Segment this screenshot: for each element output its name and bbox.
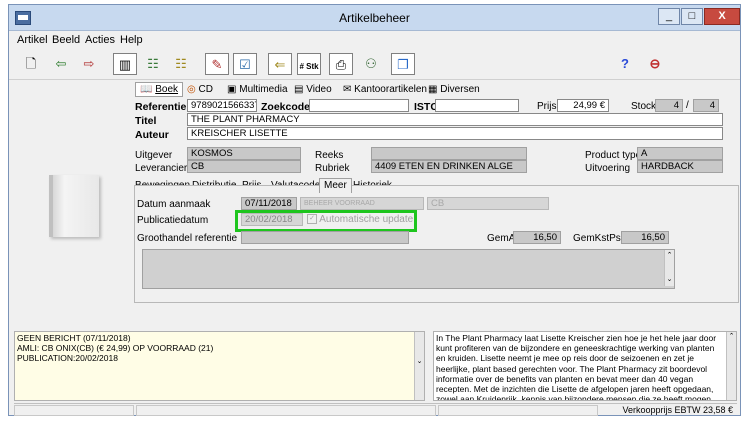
status-bar: Verkoopprijs EBTW 23,58 € [14, 403, 737, 417]
help-icon[interactable]: ? [613, 53, 637, 75]
minimize-button[interactable]: _ [658, 8, 680, 25]
copy-icon[interactable]: ❐ [391, 53, 415, 75]
close-button[interactable]: X [704, 8, 740, 25]
uitgever-field: KOSMOS [187, 147, 301, 160]
status-segment [438, 405, 598, 416]
producttype-field: A [637, 147, 723, 160]
scroll-up-icon[interactable]: ⌃ [667, 252, 673, 259]
tab-multimedia[interactable]: ▣ Multimedia [227, 84, 288, 95]
prijs-label: Prijs [537, 101, 557, 112]
export-icon[interactable]: ⇨ [77, 53, 101, 75]
rubriek-field: 4409 ETEN EN DRINKEN ALGE [371, 160, 527, 173]
book-icon: 📖 [140, 84, 153, 95]
tab-boek[interactable]: 📖 Boek [135, 82, 184, 97]
gemap-field: 16,50 [513, 231, 561, 244]
message-line: PUBLICATION:20/02/2018 [17, 353, 118, 363]
referentie-label: Referentie [135, 101, 187, 113]
edit-check-icon[interactable]: ✎ [205, 53, 229, 75]
uitvoering-field: HARDBACK [637, 160, 723, 173]
exit-icon[interactable]: ⊖ [643, 53, 667, 75]
tab-kantoorartikelen[interactable]: ✉ Kantoorartikelen [343, 84, 427, 95]
cd-icon: ◎ [187, 84, 196, 95]
uitvoering-label: Uitvoering [585, 163, 631, 174]
auteur-label: Auteur [135, 129, 169, 141]
notes-scrollbar[interactable]: ⌃ ⌄ [664, 250, 674, 286]
stock-count-button[interactable]: # Stk [297, 53, 321, 75]
user-search-icon[interactable]: ☷ [169, 53, 193, 75]
description-text: In The Plant Pharmacy laat Lisette Kreis… [436, 333, 717, 401]
misc-icon: ▦ [428, 84, 438, 95]
beheer-field: BEHEER VOORRAAD [300, 197, 424, 210]
description-box[interactable]: In The Plant Pharmacy laat Lisette Kreis… [433, 331, 737, 401]
user-list-icon[interactable]: ☷ [141, 53, 165, 75]
list-check-icon[interactable]: ☑ [233, 53, 257, 75]
video-icon: ▤ [294, 84, 304, 95]
reeks-field [371, 147, 527, 160]
menu-beeld[interactable]: Beeld [52, 34, 80, 46]
zoekcode-field[interactable] [309, 99, 409, 112]
menu-artikel[interactable]: Artikel [17, 34, 48, 46]
stock-separator: / [686, 100, 689, 111]
window-title: Artikelbeheer [339, 11, 410, 25]
monitor-icon: ▣ [227, 84, 237, 95]
rubriek-label: Rubriek [315, 163, 350, 174]
notes-area[interactable]: ⌃ ⌄ [142, 249, 675, 289]
prijs-field[interactable]: 24,99 € [557, 99, 609, 112]
barcode-icon[interactable]: ▥ [113, 53, 137, 75]
reeks-label: Reeks [315, 150, 344, 161]
menu-bar: Artikel Beeld Acties Help [9, 31, 740, 49]
leverancier-label: Leverancier [135, 163, 188, 174]
back-arrow-icon[interactable]: ⇐ [268, 53, 292, 75]
message-scrollbar[interactable]: ⌄ [414, 332, 424, 400]
leverancier-field: CB [187, 160, 301, 173]
tab-meer[interactable]: Meer [319, 178, 352, 193]
titel-field[interactable]: THE PLANT PHARMACY [187, 113, 723, 126]
cb-field: CB [427, 197, 549, 210]
gemkst-field: 16,50 [621, 231, 669, 244]
status-segment [14, 405, 134, 416]
auteur-field[interactable]: KREISCHER LISETTE [187, 127, 723, 140]
datum-field: 07/11/2018 [241, 197, 297, 210]
print-icon[interactable]: ⎙ [329, 53, 353, 75]
zoekcode-label: Zoekcode [261, 101, 311, 113]
stock-label: Stock [631, 101, 657, 112]
message-box[interactable]: GEEN BERICHT (07/11/2018) AMLI: CB ONIX(… [14, 331, 425, 401]
scroll-up-icon[interactable]: ⌃ [729, 333, 735, 340]
referentie-field[interactable]: 9789021566337 [187, 99, 257, 112]
datum-label: Datum aanmaak [137, 199, 211, 210]
message-line: GEEN BERICHT (07/11/2018) [17, 333, 131, 343]
office-icon: ✉ [343, 84, 352, 95]
stock-total-field: 4 [693, 99, 719, 112]
tab-diversen[interactable]: ▦ Diversen [428, 84, 480, 95]
scroll-down-icon[interactable]: ⌄ [667, 276, 673, 283]
verkoopprijs-text: Verkoopprijs EBTW 23,58 € [622, 405, 733, 415]
menu-acties[interactable]: Acties [85, 34, 115, 46]
import-icon[interactable]: ⇦ [49, 53, 73, 75]
publicatie-label: Publicatiedatum [137, 215, 209, 226]
tab-video[interactable]: ▤ Video [294, 84, 332, 95]
producttype-label: Product type [585, 150, 642, 161]
istc-field[interactable] [435, 99, 519, 112]
tree-icon[interactable]: ⚇ [359, 53, 383, 75]
stock-field: 4 [655, 99, 683, 112]
tab-cd[interactable]: ◎ CD [187, 84, 213, 95]
message-line: AMLI: CB ONIX(CB) (€ 24,99) OP VOORRAAD … [17, 343, 214, 353]
groothandel-label: Groothandel referentie [137, 233, 238, 244]
scroll-down-icon[interactable]: ⌄ [417, 358, 423, 365]
uitgever-label: Uitgever [135, 150, 173, 161]
gemkst-label: GemKstPs [573, 233, 621, 244]
toolbar: 🗋 ⇦ ⇨ ▥ ☷ ☷ ✎ ☑ ⇐ # Stk ⎙ ⚇ ❐ ? ⊖ [9, 51, 740, 80]
highlight-box [235, 210, 417, 232]
titel-label: Titel [135, 115, 157, 127]
menu-help[interactable]: Help [120, 34, 143, 46]
title-bar: Artikelbeheer _ □ X [9, 5, 740, 31]
maximize-button[interactable]: □ [681, 8, 703, 25]
new-document-icon[interactable]: 🗋 [19, 53, 43, 75]
description-scrollbar[interactable]: ⌃ [726, 332, 736, 400]
book-cover-image [49, 175, 99, 237]
status-segment [136, 405, 436, 416]
main-window: Artikelbeheer _ □ X Artikel Beeld Acties… [8, 4, 741, 416]
groothandel-field [241, 231, 409, 244]
